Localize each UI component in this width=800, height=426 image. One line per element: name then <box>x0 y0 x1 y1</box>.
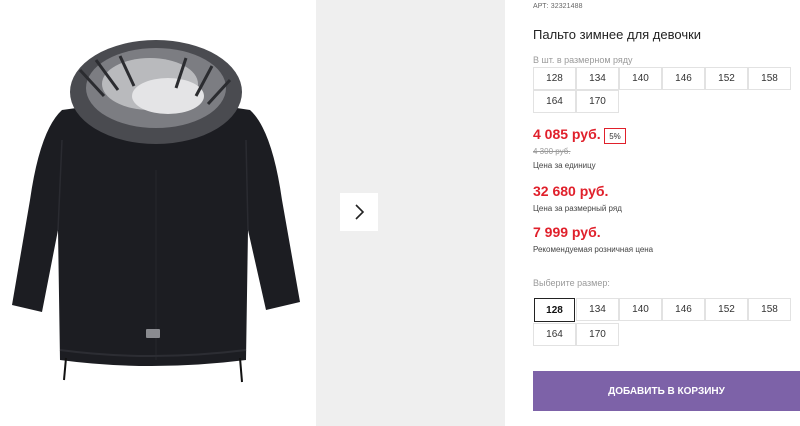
retail-price-caption: Рекомендуемая розничная цена <box>533 245 654 254</box>
size-option[interactable]: 152 <box>705 298 748 321</box>
row-price-caption: Цена за размерный ряд <box>533 204 622 213</box>
size-option[interactable]: 134 <box>576 298 619 321</box>
row-price: 32 680 руб. <box>533 183 609 199</box>
retail-price: 7 999 руб. <box>533 224 601 240</box>
product-info: АРТ: 32321488 Пальто зимнее для девочки … <box>533 0 800 426</box>
size-option-selected[interactable]: 128 <box>534 298 575 322</box>
row-size-cell: 170 <box>576 90 619 113</box>
row-size-cell: 140 <box>619 67 662 90</box>
size-option[interactable]: 158 <box>748 298 791 321</box>
article-value: 32321488 <box>550 3 583 10</box>
row-size-cell: 134 <box>576 67 619 90</box>
size-option[interactable]: 140 <box>619 298 662 321</box>
product-title: Пальто зимнее для девочки <box>533 27 702 42</box>
article-label: АРТ: <box>533 3 549 10</box>
size-option[interactable]: 146 <box>662 298 705 321</box>
logo-patch-icon <box>146 329 160 338</box>
product-photo <box>0 0 316 426</box>
unit-price-caption: Цена за единицу <box>533 161 596 170</box>
row-size-cell: 164 <box>533 90 576 113</box>
next-image-button[interactable] <box>340 193 378 231</box>
add-to-cart-button[interactable]: ДОБАВИТЬ В КОРЗИНУ <box>533 371 800 411</box>
chevron-right-icon <box>355 204 365 220</box>
size-option[interactable]: 164 <box>533 323 576 346</box>
old-price: 4 300 руб. <box>533 147 571 156</box>
row-size-cell: 146 <box>662 67 705 90</box>
row-size-cell: 152 <box>705 67 748 90</box>
row-sizes-hint: В шт. в размерном ряду <box>533 55 633 65</box>
row-size-cell: 128 <box>533 67 576 90</box>
discount-badge: 5% <box>604 128 626 144</box>
size-option[interactable]: 170 <box>576 323 619 346</box>
unit-price: 4 085 руб. <box>533 126 601 142</box>
gallery-side-panel <box>316 0 505 426</box>
row-size-cell: 158 <box>748 67 791 90</box>
coat-image <box>12 40 300 383</box>
article-number: АРТ: 32321488 <box>533 3 583 10</box>
product-gallery <box>0 0 505 426</box>
size-select-hint: Выберите размер: <box>533 278 610 288</box>
